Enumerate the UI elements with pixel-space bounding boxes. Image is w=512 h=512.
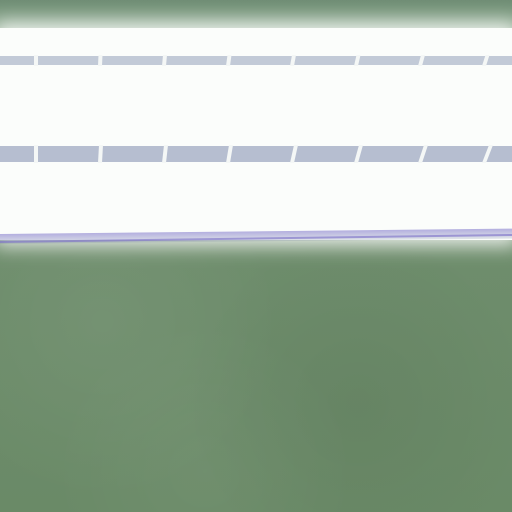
fixture-edge-line <box>0 234 512 243</box>
louver-blade <box>34 145 38 163</box>
photo-scene <box>0 0 512 512</box>
louver-blade <box>34 55 38 66</box>
louver-band-1 <box>0 56 512 65</box>
louver-grid <box>0 55 512 243</box>
louver-blade <box>98 55 103 66</box>
louver-band-2 <box>0 146 512 162</box>
